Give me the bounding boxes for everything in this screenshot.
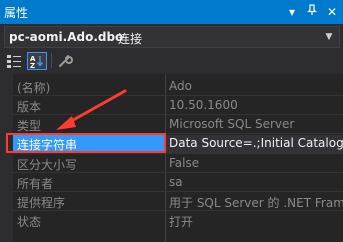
property-value-field[interactable]: Data Source=.;Initial Catalog=: [166, 135, 343, 153]
property-value: False: [169, 156, 200, 170]
row-divider: [13, 191, 343, 192]
row-divider: [13, 210, 343, 211]
property-grid: (名称) Ado 版本 10.50.1600 类型 Microsoft SQL …: [0, 74, 343, 242]
property-value: 打开: [169, 215, 194, 229]
object-name: pc-aomi.Ado.dbo: [9, 30, 124, 44]
object-type: 连接: [118, 32, 143, 46]
row-divider: [13, 153, 343, 154]
row-divider: [13, 114, 343, 115]
property-value: 用于 SQL Server 的 .NET Fram: [169, 196, 343, 210]
property-name: (名称): [17, 81, 51, 95]
property-name: 所有者: [17, 177, 54, 191]
property-name: 提供程序: [17, 196, 66, 210]
toolbar-separator: [51, 53, 52, 68]
property-name: 区分大小写: [17, 158, 78, 172]
window-titlebar: 属性 ▾ ✕: [0, 0, 343, 24]
row-divider: [13, 172, 343, 173]
close-icon[interactable]: ✕: [323, 3, 341, 21]
window-title: 属性: [4, 6, 29, 20]
property-name: 类型: [17, 119, 42, 133]
wrench-icon[interactable]: [55, 52, 75, 70]
property-row[interactable]: 版本 10.50.1600: [0, 97, 343, 114]
property-row[interactable]: 提供程序 用于 SQL Server 的 .NET Fram: [0, 193, 343, 210]
property-row[interactable]: 类型 Microsoft SQL Server: [0, 116, 343, 133]
pin-icon[interactable]: [303, 3, 321, 21]
property-value: Microsoft SQL Server: [169, 117, 295, 131]
sort-az-icon[interactable]: A Z: [27, 52, 47, 70]
window-menu-dropdown-icon[interactable]: ▾: [283, 3, 301, 21]
property-row[interactable]: 所有者 sa: [0, 174, 343, 191]
property-value: 10.50.1600: [169, 98, 238, 112]
properties-toolbar: A Z: [0, 50, 343, 72]
property-row[interactable]: (名称) Ado: [0, 78, 343, 95]
svg-text:Z: Z: [30, 62, 35, 69]
row-divider: [13, 95, 343, 96]
chevron-down-icon[interactable]: ▼: [323, 31, 335, 43]
object-selector[interactable]: pc-aomi.Ado.dbo 连接 ▼: [4, 26, 340, 48]
property-row[interactable]: 区分大小写 False: [0, 155, 343, 172]
property-row[interactable]: 状态 打开: [0, 212, 343, 229]
property-value: Ado: [169, 79, 192, 93]
property-name: 版本: [17, 100, 42, 114]
categorized-icon[interactable]: [4, 52, 24, 70]
property-name: 状态: [17, 215, 42, 229]
property-value: sa: [169, 175, 183, 189]
annotation-highlight-box: [6, 133, 166, 153]
